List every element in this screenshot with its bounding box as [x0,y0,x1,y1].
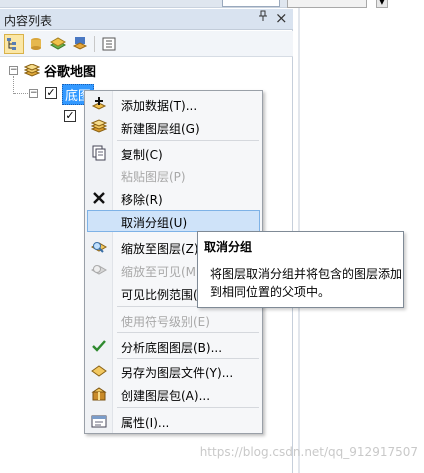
group-layer-icon [23,63,41,81]
chevron-down-icon[interactable]: ▼ [376,0,388,8]
menu-item-create-layer-package[interactable]: 创建图层包(A)... [87,383,260,405]
zoom-to-visible-icon [91,262,107,278]
list-by-selection-icon[interactable] [70,34,90,54]
toolbar-separator [94,36,95,52]
remove-icon [91,190,107,206]
tooltip-body: 将图层取消分组并将包含的图层添加到相同位置的父项中。 [210,267,403,299]
collapse-root-button[interactable]: − [9,66,18,75]
tree-connector [14,93,28,94]
menu-item-copy[interactable]: 复制(C) [87,142,260,164]
menu-separator [117,358,259,359]
menu-item-use-symbol-levels: 使用符号级别(E) [121,315,210,329]
add-data-icon [91,96,107,112]
menu-separator [117,407,259,408]
menu-item-ungroup[interactable]: 取消分组(U) [87,210,260,232]
scale-input[interactable] [222,0,280,7]
menu-separator [117,140,259,141]
properties-icon [91,413,107,429]
menu-item-analyze-basemap[interactable]: 分析底图图层(B)... [87,335,260,357]
menu-item-new-group-layer[interactable]: 新建图层组(G) [87,116,260,138]
close-icon[interactable]: × [275,9,288,27]
list-by-visibility-icon[interactable] [48,34,68,54]
panel-titlebar: 内容列表 × [0,9,293,30]
collapse-child-button[interactable]: − [29,89,38,98]
checkmark-icon [91,338,107,354]
list-by-drawing-order-icon[interactable] [4,34,24,54]
tree-connector [13,76,14,94]
layer-package-icon [91,386,107,402]
zoom-to-layer-icon [91,239,107,255]
menu-item-save-as-layer-file[interactable]: 另存为图层文件(Y)... [87,360,260,382]
menu-item-remove[interactable]: 移除(R) [87,187,260,209]
toc-toolbar [0,31,293,57]
map-toolbar-control[interactable] [287,0,367,8]
root-layer-label[interactable]: 谷歌地图 [44,61,96,80]
tooltip-title: 取消分组 [204,240,253,254]
sublayer-checkbox[interactable]: ✓ [64,110,76,122]
child-layer-checkbox[interactable]: ✓ [45,87,57,99]
panel-title: 内容列表 [4,14,53,28]
menu-item-add-data[interactable]: 添加数据(T)... [87,93,260,115]
list-by-source-icon[interactable] [26,34,46,54]
paste-icon [91,167,107,183]
options-icon[interactable] [99,34,119,54]
pin-icon[interactable] [258,10,268,25]
new-group-layer-icon [91,119,107,135]
watermark: https://blog.csdn.net/qq_912917507 [199,445,418,459]
ungroup-tooltip: 取消分组 将图层取消分组并将包含的图层添加到相同位置的父项中。 [197,231,404,308]
menu-item-paste-layer: 粘贴图层(P) [87,164,260,186]
save-layer-file-icon [91,363,107,379]
menu-item-properties[interactable]: 属性(I)... [87,410,260,432]
copy-icon [91,145,107,161]
menu-separator [117,332,259,333]
